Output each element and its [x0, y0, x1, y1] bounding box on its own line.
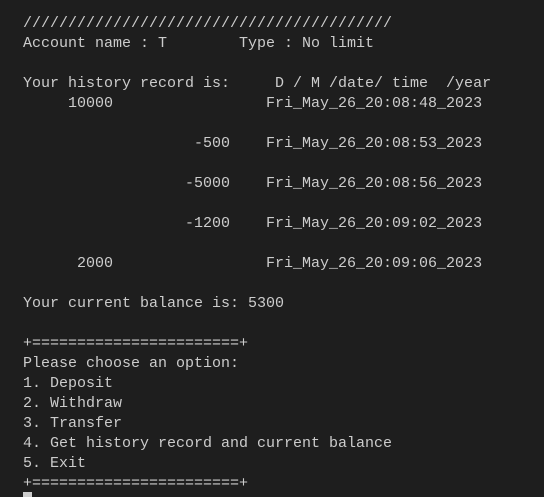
- menu-option-transfer: 3. Transfer: [23, 415, 123, 432]
- terminal-cursor[interactable]: [23, 492, 32, 497]
- menu-prompt: Please choose an option:: [23, 355, 240, 372]
- record-amount: 2000: [77, 255, 114, 272]
- menu-option-history: 4. Get history record and current balanc…: [23, 435, 393, 452]
- terminal-output: ////////////////////////////////////////…: [23, 14, 544, 494]
- current-balance: Your current balance is: 5300: [23, 295, 285, 312]
- record-timestamp: Fri_May_26_20:08:48_2023: [266, 95, 483, 112]
- history-record: 10000 Fri_May_26_20:08:48_2023: [23, 94, 544, 114]
- separator-line: ////////////////////////////////////////…: [23, 15, 393, 32]
- record-amount: -5000: [185, 175, 231, 192]
- history-record: -1200 Fri_May_26_20:09:02_2023: [23, 214, 544, 234]
- record-amount: -500: [194, 135, 231, 152]
- record-timestamp: Fri_May_26_20:09:06_2023: [266, 255, 483, 272]
- history-column-header: D / M /date/ time /year: [275, 75, 492, 92]
- record-timestamp: Fri_May_26_20:08:53_2023: [266, 135, 483, 152]
- menu-option-withdraw: 2. Withdraw: [23, 395, 123, 412]
- account-info-line: Account name : T Type : No limit: [23, 34, 544, 54]
- record-amount: 10000: [68, 95, 114, 112]
- history-record: -500 Fri_May_26_20:08:53_2023: [23, 134, 544, 154]
- menu-option-exit: 5. Exit: [23, 455, 87, 472]
- record-timestamp: Fri_May_26_20:08:56_2023: [266, 175, 483, 192]
- menu-border-bottom: +=======================+: [23, 475, 249, 492]
- record-timestamp: Fri_May_26_20:09:02_2023: [266, 215, 483, 232]
- menu-border-top: +=======================+: [23, 335, 249, 352]
- menu-option-deposit: 1. Deposit: [23, 375, 114, 392]
- history-heading-line: Your history record is: D / M /date/ tim…: [23, 74, 544, 94]
- history-record: 2000 Fri_May_26_20:09:06_2023: [23, 254, 544, 274]
- account-type: Type : No limit: [239, 35, 375, 52]
- history-heading: Your history record is:: [23, 75, 231, 92]
- account-name: Account name : T: [23, 35, 168, 52]
- history-record: -5000 Fri_May_26_20:08:56_2023: [23, 174, 544, 194]
- record-amount: -1200: [185, 215, 231, 232]
